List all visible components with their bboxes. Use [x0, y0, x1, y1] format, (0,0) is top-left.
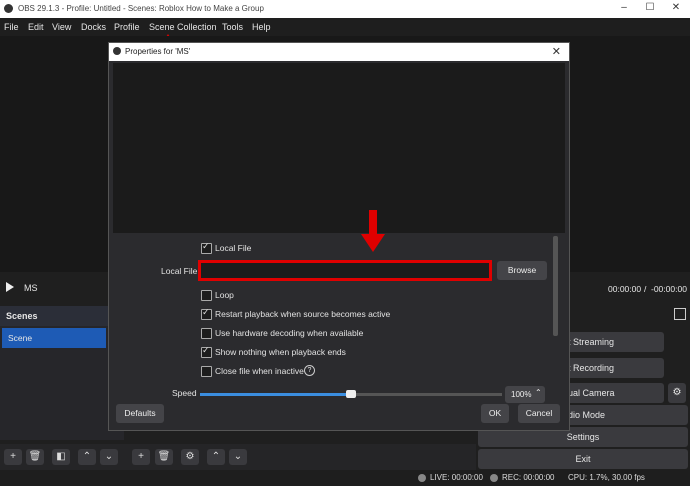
playbar-source: MS [24, 283, 38, 293]
live-icon [418, 474, 426, 482]
restart-checkbox[interactable] [201, 307, 212, 320]
restart-label: Restart playback when source becomes act… [215, 309, 391, 319]
obs-logo-icon [113, 47, 121, 55]
menu-view[interactable]: View [52, 22, 71, 32]
play-icon[interactable] [6, 282, 14, 292]
speed-slider-handle[interactable] [346, 390, 356, 398]
show-nothing-label: Show nothing when playback ends [215, 347, 346, 357]
hw-decoding-label: Use hardware decoding when available [215, 328, 364, 338]
scene-item-label: Scene [8, 333, 33, 343]
spin-up-icon[interactable]: ⌃ [535, 384, 542, 401]
playbar-duration: -00:00:00 [651, 284, 687, 294]
loop-label: Loop [215, 290, 234, 300]
ok-button[interactable]: OK [481, 404, 509, 423]
close-inactive-label: Close file when inactive [215, 366, 304, 376]
menu-tools[interactable]: Tools [222, 22, 243, 32]
annotation-arrow-shaft [369, 210, 377, 236]
exit-button[interactable]: Exit [478, 449, 688, 469]
add-scene-icon[interactable]: + [4, 449, 22, 465]
annotation-arrow-head [361, 234, 385, 252]
window-title: OBS 29.1.3 - Profile: Untitled - Scenes:… [18, 4, 264, 13]
dock-toolbar: + 🗑 ◧ ⌃ ⌄ + 🗑 ⚙ ⌃ ⌄ [0, 444, 476, 470]
dock-undock-icon[interactable] [674, 308, 686, 320]
minimize-icon[interactable]: – [616, 2, 632, 13]
dialog-title: Properties for 'MS' [125, 47, 191, 56]
cpu-status: CPU: 1.7%, 30.00 fps [568, 473, 645, 482]
move-down-icon[interactable]: ⌄ [100, 449, 118, 465]
speed-label: Speed [172, 388, 197, 398]
scene-item[interactable]: Scene [2, 328, 106, 348]
show-nothing-checkbox[interactable] [201, 345, 212, 358]
help-icon[interactable]: ? [304, 365, 315, 376]
playbar-time: 00:00:00 [608, 284, 642, 294]
obs-logo-icon [4, 4, 13, 13]
loop-checkbox[interactable] [201, 290, 212, 301]
virtual-camera-settings-icon[interactable]: ⚙ [668, 383, 686, 403]
menu-edit[interactable]: Edit [28, 22, 44, 32]
source-down-icon[interactable]: ⌄ [229, 449, 247, 465]
remove-source-icon[interactable]: 🗑 [155, 449, 173, 465]
cancel-button[interactable]: Cancel [518, 404, 560, 423]
menu-docks[interactable]: Docks [81, 22, 106, 32]
menu-scene-collection[interactable]: Scene Collection [149, 22, 217, 32]
source-settings-icon[interactable]: ⚙ [181, 449, 199, 465]
hw-decoding-checkbox[interactable] [201, 328, 212, 339]
dialog-scrollbar[interactable] [553, 236, 558, 336]
close-inactive-checkbox[interactable] [201, 366, 212, 377]
scenes-title: Scenes [6, 311, 38, 321]
menu-file[interactable]: File [4, 22, 19, 32]
live-status: LIVE: 00:00:00 [430, 473, 483, 482]
add-source-icon[interactable]: + [132, 449, 150, 465]
maximize-icon[interactable]: ☐ [642, 2, 658, 13]
window-titlebar: OBS 29.1.3 - Profile: Untitled - Scenes:… [0, 0, 690, 18]
rec-status: REC: 00:00:00 [502, 473, 555, 482]
scene-filter-icon[interactable]: ◧ [52, 449, 70, 465]
dialog-preview [113, 63, 565, 233]
menu-help[interactable]: Help [252, 22, 271, 32]
local-file-checkbox-label: Local File [215, 243, 252, 253]
rec-icon [490, 474, 498, 482]
properties-dialog: Properties for 'MS' ✕ [108, 42, 570, 431]
status-bar: LIVE: 00:00:00 REC: 00:00:00 CPU: 1.7%, … [0, 470, 690, 486]
close-icon[interactable]: ✕ [668, 2, 684, 13]
playbar-separator: / [644, 284, 647, 294]
speed-spinbox[interactable]: 100% ⌃ [505, 386, 545, 403]
speed-slider-fill [200, 393, 351, 396]
menubar: File Edit View Docks Profile Scene Colle… [0, 18, 690, 36]
move-up-icon[interactable]: ⌃ [78, 449, 96, 465]
dialog-titlebar: Properties for 'MS' ✕ [109, 43, 569, 61]
browse-button[interactable]: Browse [497, 261, 547, 280]
speed-value: 100% [511, 390, 532, 399]
source-up-icon[interactable]: ⌃ [207, 449, 225, 465]
scenes-header: Scenes [0, 306, 124, 326]
remove-scene-icon[interactable]: 🗑 [26, 449, 44, 465]
local-file-label: Local File [161, 266, 198, 276]
local-file-checkbox[interactable] [201, 241, 212, 254]
menu-profile[interactable]: Profile [114, 22, 140, 32]
dialog-close-icon[interactable]: ✕ [552, 45, 561, 58]
defaults-button[interactable]: Defaults [116, 404, 164, 423]
local-file-input[interactable] [198, 260, 492, 281]
